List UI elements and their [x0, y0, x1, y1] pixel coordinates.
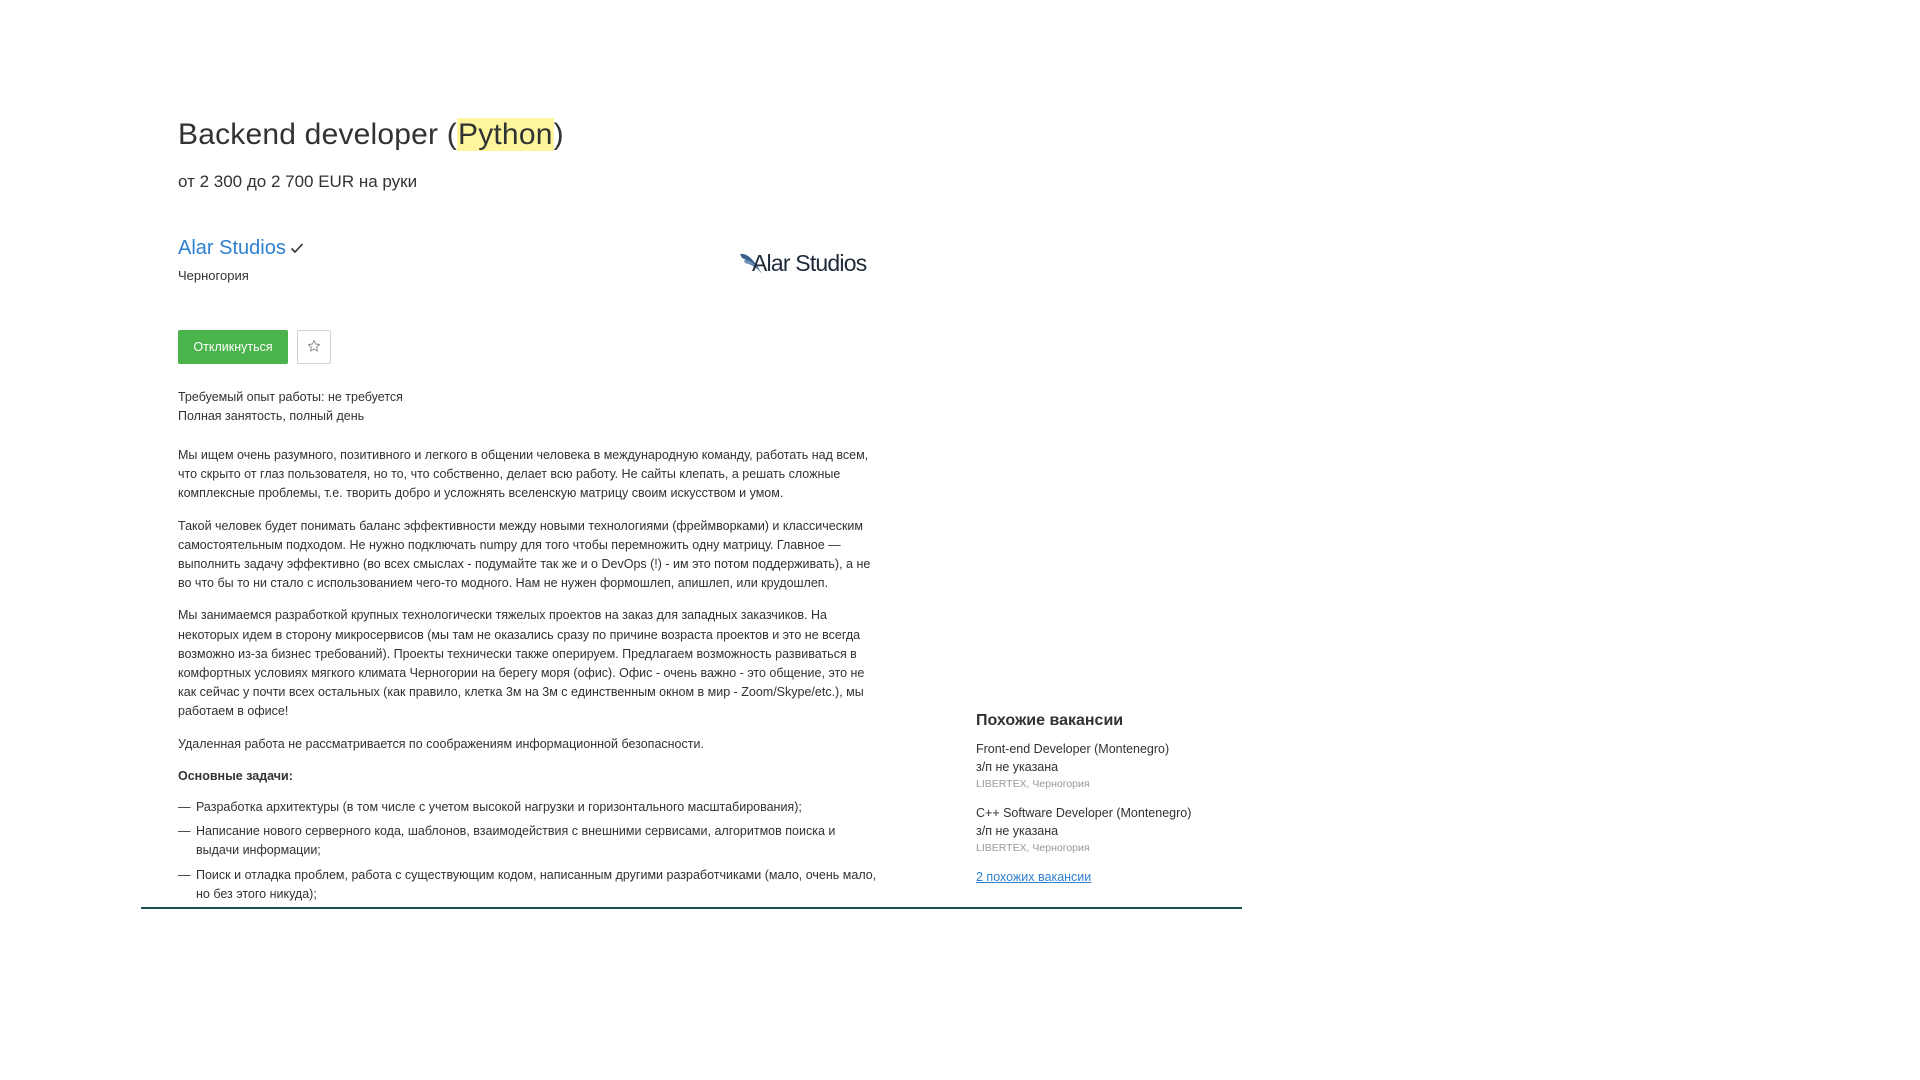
- similar-vacancy-link[interactable]: Front-end Developer (Montenegro): [976, 740, 1236, 758]
- description-paragraph: Мы ищем очень разумного, позитивного и л…: [178, 448, 869, 501]
- similar-vacancy-company: LIBERTEX, Черногория: [976, 778, 1090, 790]
- apply-button[interactable]: Откликнуться: [178, 330, 288, 364]
- task-item: — Поиск и отладка проблем, работа с сущес…: [178, 866, 878, 904]
- company-location: Черногория: [178, 268, 249, 283]
- company-logo[interactable]: Alar Studios: [738, 244, 886, 278]
- dash-bullet: —: [178, 824, 191, 839]
- similar-vacancy-salary: з/п не указана: [976, 760, 1059, 774]
- logo-text: Alar Studios: [752, 250, 867, 276]
- experience-requirement: Требуемый опыт работы: не требуется: [178, 390, 403, 404]
- job-meta: Требуемый опыт работы: не требуется Полн…: [178, 388, 403, 426]
- title-prefix: Backend developer (: [178, 118, 457, 151]
- similar-vacancies: Похожие вакансии Front-end Developer (Mo…: [976, 712, 1236, 886]
- company-name: Alar Studios: [178, 237, 286, 259]
- content-viewport: Backend developer (Python) от 2 300 до 2…: [0, 0, 1920, 908]
- company-link[interactable]: Alar Studios: [178, 237, 304, 260]
- similar-vacancy-item: C++ Software Developer (Montenegro) з/п …: [976, 804, 1236, 856]
- similar-vacancy-salary: з/п не указана: [976, 824, 1059, 838]
- similar-vacancy-link[interactable]: C++ Software Developer (Montenegro): [976, 804, 1236, 822]
- task-text: Поиск и отладка проблем, работа с сущест…: [196, 867, 877, 901]
- vacancy-description: Мы ищем очень разумного, позитивного и л…: [178, 446, 878, 908]
- search-highlight: Python: [456, 118, 554, 151]
- vacancy-title: Backend developer (Python): [178, 118, 564, 152]
- salary: от 2 300 до 2 700 EUR на руки: [178, 172, 418, 191]
- task-text: Разработка архитектуры (в том числе с уч…: [196, 800, 802, 815]
- dash-bullet: —: [178, 800, 191, 815]
- favorite-button[interactable]: [297, 330, 331, 364]
- description-paragraph: Удаленная работа не рассматривается по с…: [178, 736, 704, 751]
- dash-bullet: —: [178, 867, 191, 882]
- task-text: Написание нового серверного кода, шаблон…: [196, 824, 836, 858]
- similar-vacancy-item: Front-end Developer (Montenegro) з/п не …: [976, 740, 1236, 792]
- tasks-list: — Разработка архитектуры (в том числе с у…: [178, 798, 878, 904]
- more-similar-link[interactable]: 2 похожих вакансии: [976, 870, 1091, 884]
- similar-heading: Похожие вакансии: [976, 712, 1124, 729]
- tasks-heading: Основные задачи:: [178, 768, 293, 783]
- checkmark-icon: [290, 237, 304, 260]
- vacancy-page: Backend developer (Python) от 2 300 до 2…: [0, 0, 1920, 1080]
- section-divider: [141, 907, 1242, 909]
- task-item: — Написание нового серверного кода, шабло…: [178, 822, 878, 860]
- star-outline-icon: [307, 339, 321, 356]
- similar-vacancy-company: LIBERTEX, Черногория: [976, 842, 1090, 854]
- description-paragraph: Такой человек будет понимать баланс эффе…: [178, 518, 871, 591]
- task-item: — Разработка архитектуры (в том числе с у…: [178, 798, 878, 817]
- title-suffix: ): [553, 118, 564, 151]
- employment-type: Полная занятость, полный день: [178, 409, 365, 423]
- description-paragraph: Мы занимаемся разработкой крупных технол…: [178, 608, 865, 719]
